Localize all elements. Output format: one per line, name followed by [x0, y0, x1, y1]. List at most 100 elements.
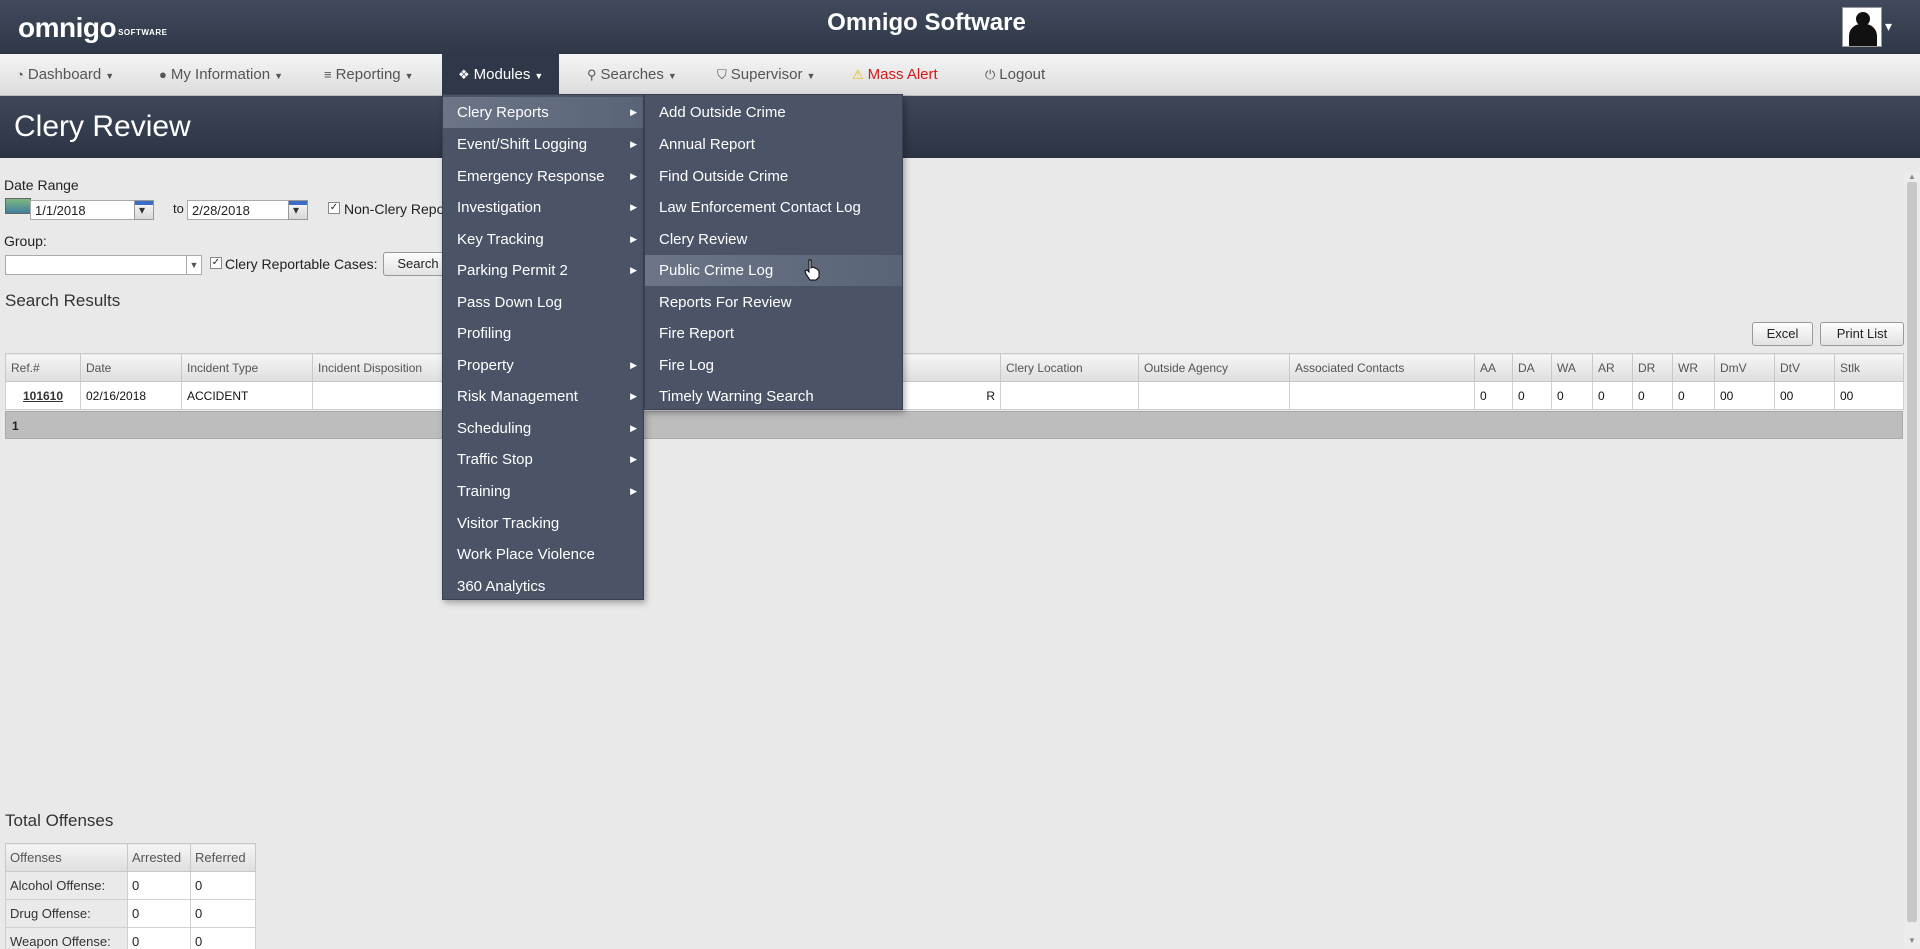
ref-link[interactable]: 101610	[23, 389, 63, 403]
submenu-item-timely-warning-search[interactable]: Timely Warning Search	[645, 381, 902, 412]
group-select[interactable]	[5, 255, 188, 275]
page-header: Clery Review	[0, 96, 1920, 158]
search-results-heading: Search Results	[5, 291, 121, 310]
column-header[interactable]: AR	[1592, 353, 1633, 382]
column-header[interactable]: Clery Location	[1000, 353, 1139, 382]
menu-item-label: Visitor Tracking	[457, 515, 560, 532]
submenu-item-clery-review[interactable]: Clery Review	[645, 224, 902, 255]
column-header[interactable]: Outside Agency	[1138, 353, 1290, 382]
scrollbar-thumb[interactable]	[1907, 182, 1917, 922]
total-offenses-heading: Total Offenses	[5, 811, 114, 830]
menu-item-event-shift-logging[interactable]: Event/Shift Logging ▶	[443, 129, 643, 160]
submenu-item-public-crime-log[interactable]: Public Crime Log	[645, 255, 902, 286]
shield-icon: ⛉	[717, 67, 727, 82]
column-header[interactable]: DtV	[1774, 353, 1835, 382]
clery-location-cell	[1000, 381, 1139, 410]
ref-cell[interactable]: 101610	[5, 381, 81, 410]
column-header[interactable]: DmV	[1714, 353, 1775, 382]
menu-item-property[interactable]: Property ▶	[443, 350, 643, 381]
submenu-item-find-outside-crime[interactable]: Find Outside Crime	[645, 161, 902, 192]
menu-item-label: Emergency Response	[457, 168, 605, 185]
submenu-item-fire-report[interactable]: Fire Report	[645, 318, 902, 349]
menu-item-emergency-response[interactable]: Emergency Response ▶	[443, 161, 643, 192]
menu-item-traffic-stop[interactable]: Traffic Stop ▶	[443, 444, 643, 475]
menu-item-label: Annual Report	[659, 136, 755, 153]
avatar[interactable]	[1842, 7, 1882, 47]
wr-cell: 0	[1672, 381, 1715, 410]
menu-item-label: Training	[457, 483, 511, 500]
excel-button[interactable]: Excel	[1752, 322, 1813, 346]
scroll-down-icon[interactable]: ▼	[1908, 936, 1916, 945]
menu-item-label: Key Tracking	[457, 231, 544, 248]
nav-modules[interactable]: ❖ Modules ▼	[442, 54, 560, 96]
clery-reports-submenu: Add Outside Crime Annual Report Find Out…	[644, 94, 903, 410]
column-header[interactable]: Stlk	[1834, 353, 1904, 382]
submenu-item-fire-log[interactable]: Fire Log	[645, 350, 902, 381]
submenu-item-law-enforcement-contact-log[interactable]: Law Enforcement Contact Log	[645, 192, 902, 223]
nav-my-information[interactable]: ● My Information ▼	[159, 54, 283, 96]
menu-item-label: Public Crime Log	[659, 262, 774, 279]
submenu-item-add-outside-crime[interactable]: Add Outside Crime	[645, 97, 902, 128]
submenu-item-annual-report[interactable]: Annual Report	[645, 129, 902, 160]
nav-searches[interactable]: ⚲ Searches ▼	[587, 54, 677, 96]
column-header[interactable]: Ref.#	[5, 353, 81, 382]
column-header[interactable]: WA	[1551, 353, 1593, 382]
menu-item-label: Find Outside Crime	[659, 168, 789, 185]
menu-item-scheduling[interactable]: Scheduling ▶	[443, 413, 643, 444]
vertical-scrollbar[interactable]: ▲ ▼	[1904, 172, 1920, 948]
nav-supervisor[interactable]: ⛉ Supervisor ▼	[717, 54, 815, 96]
column-header[interactable]: Incident Type	[181, 353, 313, 382]
chevron-right-icon: ▶	[630, 454, 637, 464]
menu-item-parking-permit-2[interactable]: Parking Permit 2 ▶	[443, 255, 643, 286]
menu-item-key-tracking[interactable]: Key Tracking ▶	[443, 224, 643, 255]
calendar-icon[interactable]	[5, 198, 31, 214]
menu-item-label: Scheduling	[457, 420, 532, 437]
nav-mass-alert[interactable]: ⚠ Mass Alert	[852, 54, 938, 96]
column-header[interactable]: AA	[1474, 353, 1513, 382]
menu-item-clery-reports[interactable]: Clery Reports ▶	[443, 97, 643, 128]
menu-item-investigation[interactable]: Investigation ▶	[443, 192, 643, 223]
nav-dashboard[interactable]: ◔ Dashboard ▼	[16, 54, 114, 96]
menu-item-visitor-tracking[interactable]: Visitor Tracking	[443, 508, 643, 539]
nav-logout[interactable]: ⏻ Logout	[985, 54, 1045, 96]
date-to-input[interactable]	[187, 200, 289, 220]
date-to-picker-button[interactable]	[288, 200, 308, 220]
menu-item-360-analytics[interactable]: 360 Analytics	[443, 571, 643, 602]
chevron-down-icon[interactable]: ▾	[1885, 18, 1892, 35]
column-header[interactable]: Associated Contacts	[1289, 353, 1475, 382]
chevron-down-icon[interactable]: ▼	[186, 255, 202, 275]
submenu-item-reports-for-review[interactable]: Reports For Review	[645, 287, 902, 318]
incident-type-cell: ACCIDENT	[181, 381, 313, 410]
column-header[interactable]: DA	[1512, 353, 1552, 382]
clery-reportable-checkbox[interactable]: ✓	[210, 257, 222, 269]
chevron-down-icon: ▼	[274, 71, 283, 81]
da-cell: 0	[1512, 381, 1552, 410]
table-row: Alcohol Offense: 0 0	[5, 871, 256, 900]
column-header[interactable]: DR	[1632, 353, 1673, 382]
menu-item-risk-management[interactable]: Risk Management ▶	[443, 381, 643, 412]
scroll-up-icon[interactable]: ▲	[1908, 172, 1916, 181]
page-number[interactable]: 1	[12, 419, 19, 433]
menu-item-work-place-violence[interactable]: Work Place Violence	[443, 539, 643, 570]
outside-agency-cell	[1138, 381, 1290, 410]
table-row: Drug Offense: 0 0	[5, 899, 256, 928]
menu-item-training[interactable]: Training ▶	[443, 476, 643, 507]
date-from-picker-button[interactable]	[134, 200, 154, 220]
menu-item-profiling[interactable]: Profiling	[443, 318, 643, 349]
chevron-right-icon: ▶	[630, 391, 637, 401]
chevron-right-icon: ▶	[630, 107, 637, 117]
search-icon: ⚲	[587, 67, 597, 82]
column-header[interactable]: Incident Disposition	[312, 353, 444, 382]
table-row[interactable]: 101610 02/16/2018 ACCIDENT R 0 0 0 0 0 0…	[5, 381, 1904, 410]
non-clery-checkbox[interactable]: ✓	[328, 202, 340, 214]
column-header[interactable]: Date	[80, 353, 182, 382]
menu-item-label: Parking Permit 2	[457, 262, 568, 279]
wa-cell: 0	[1551, 381, 1593, 410]
date-from-input[interactable]	[30, 200, 135, 220]
associated-contacts-cell	[1289, 381, 1475, 410]
chevron-right-icon: ▶	[630, 202, 637, 212]
nav-reporting[interactable]: ≡ Reporting ▼	[324, 54, 414, 96]
print-list-button[interactable]: Print List	[1820, 322, 1904, 346]
column-header[interactable]: WR	[1672, 353, 1715, 382]
menu-item-pass-down-log[interactable]: Pass Down Log	[443, 287, 643, 318]
